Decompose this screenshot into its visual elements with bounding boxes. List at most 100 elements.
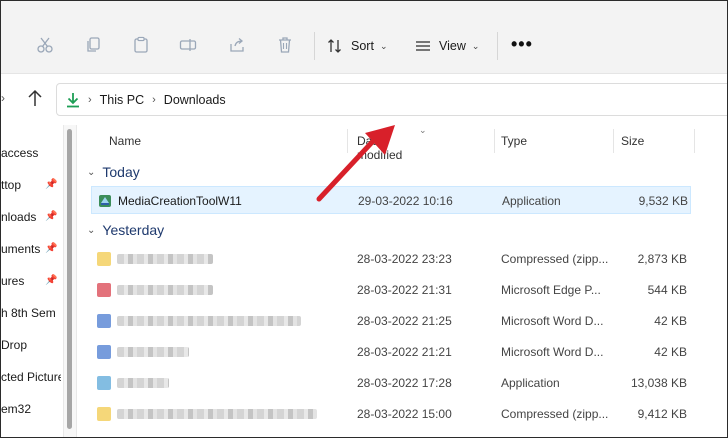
file-row[interactable]: 28-03-2022 21:25 Microsoft Word D... 42 KB (91, 307, 691, 335)
sidebar-item-system32[interactable]: em32 (1, 399, 61, 421)
sidebar-item-drop[interactable]: Drop (1, 335, 61, 357)
sort-indicator-icon: ⌄ (419, 125, 427, 135)
column-label: Type (501, 134, 528, 148)
file-row[interactable]: 28-03-2022 21:21 Microsoft Word D... 42 KB (91, 338, 691, 366)
file-date: 28-03-2022 15:00 (357, 407, 452, 421)
downloads-icon (67, 92, 79, 107)
address-bar[interactable]: › This PC › Downloads (56, 83, 727, 116)
sidebar-item-label: nloads (1, 210, 37, 224)
column-divider[interactable] (694, 129, 695, 153)
rename-icon[interactable] (178, 35, 198, 55)
file-list: Name ⌄ Date modified Type Size ⌄ Today M… (77, 125, 727, 437)
file-icon (97, 283, 111, 297)
paste-icon[interactable] (131, 35, 151, 55)
redacted-file-name (117, 409, 317, 419)
view-label: View (439, 39, 466, 53)
sidebar-item-selected-pictures[interactable]: cted Picture (1, 367, 61, 389)
file-date: 28-03-2022 21:21 (357, 345, 452, 359)
group-header-today[interactable]: ⌄ Today (87, 160, 140, 184)
redacted-file-name (117, 254, 213, 264)
navigation-row: › › This PC › Downloads (1, 77, 727, 123)
file-icon (97, 252, 111, 266)
file-icon (97, 407, 111, 421)
up-arrow-icon (28, 89, 42, 106)
sidebar-item-label: h 8th Sem (1, 306, 56, 320)
copy-icon[interactable] (83, 35, 103, 55)
column-label: Size (621, 134, 645, 148)
breadcrumb-downloads[interactable]: Downloads (164, 93, 226, 107)
pin-icon: 📌 (45, 179, 58, 190)
chevron-down-icon: ⌄ (379, 40, 388, 51)
column-divider[interactable] (613, 129, 614, 153)
file-size: 42 KB (654, 345, 687, 359)
breadcrumb-separator-icon: › (88, 93, 92, 106)
file-type: Compressed (zipp... (501, 252, 609, 266)
column-label: Name (109, 134, 142, 148)
sidebar-item-label: Drop (1, 338, 28, 352)
red-annotation-arrow (316, 125, 395, 202)
file-row[interactable]: 28-03-2022 21:31 Microsoft Edge P... 544 K… (91, 276, 691, 304)
breadcrumb-this-pc[interactable]: This PC (100, 93, 144, 107)
file-type: Microsoft Word D... (501, 345, 604, 359)
file-name: MediaCreationToolW11 (118, 194, 242, 208)
sort-icon (328, 39, 341, 53)
view-list-icon (416, 41, 430, 51)
chevron-down-icon: ⌄ (87, 224, 96, 236)
file-row[interactable]: 28-03-2022 23:23 Compressed (zipp... 2,873… (91, 245, 691, 273)
group-label: Today (102, 164, 140, 180)
file-size: 9,532 KB (638, 194, 688, 208)
chevron-left-icon[interactable]: › (1, 91, 5, 105)
chevron-down-icon: ⌄ (87, 166, 96, 178)
file-date: 28-03-2022 23:23 (357, 252, 452, 266)
pin-icon: 📌 (45, 275, 58, 286)
command-bar: Sort ⌄ View ⌄ ••• (1, 1, 727, 74)
application-icon (98, 194, 112, 208)
redacted-file-name (117, 285, 213, 295)
toolbar-separator (497, 32, 498, 60)
sort-label: Sort (351, 39, 374, 53)
view-button[interactable]: View ⌄ (415, 33, 479, 59)
navigation-pane: access ttop 📌 nloads 📌 uments 📌 ures 📌 h 8th… (1, 125, 61, 437)
column-divider[interactable] (494, 129, 495, 153)
toolbar-separator (314, 32, 315, 60)
sort-button[interactable]: Sort ⌄ (327, 33, 387, 59)
list-scrollbar[interactable] (718, 125, 727, 437)
more-options-button[interactable]: ••• (511, 35, 533, 53)
file-size: 42 KB (654, 314, 687, 328)
chevron-down-icon: ⌄ (471, 40, 480, 51)
sidebar-item-documents[interactable]: uments 📌 (1, 239, 61, 261)
file-type: Compressed (zipp... (501, 407, 609, 421)
share-icon[interactable] (227, 35, 247, 55)
sidebar-item-label: uments (1, 242, 41, 256)
delete-icon[interactable] (275, 35, 295, 55)
file-size: 9,412 KB (637, 407, 687, 421)
scrollbar-thumb[interactable] (67, 129, 72, 429)
sidebar-item-pictures[interactable]: ures 📌 (1, 271, 61, 293)
file-date: 28-03-2022 21:31 (357, 283, 452, 297)
file-row[interactable]: 28-03-2022 17:28 Application 13,038 KB (91, 369, 691, 397)
sidebar-item-label: ures (1, 274, 25, 288)
group-label: Yesterday (102, 222, 165, 238)
redacted-file-name (117, 347, 189, 357)
sidebar-item-8th-sem[interactable]: h 8th Sem (1, 303, 61, 325)
file-size: 13,038 KB (630, 376, 687, 390)
file-type: Application (501, 376, 560, 390)
redacted-file-name (117, 316, 301, 326)
sidebar-item-label: ttop (1, 178, 22, 192)
file-date: 28-03-2022 21:25 (357, 314, 452, 328)
group-header-yesterday[interactable]: ⌄ Yesterday (87, 218, 164, 242)
cut-icon[interactable] (35, 35, 55, 55)
sidebar-item-downloads[interactable]: nloads 📌 (1, 207, 61, 229)
up-arrow-button[interactable] (27, 89, 43, 112)
file-type: Application (502, 194, 561, 208)
sidebar-scrollbar[interactable] (63, 125, 77, 437)
file-size: 2,873 KB (637, 252, 687, 266)
redacted-file-name (117, 378, 169, 388)
file-row[interactable]: 28-03-2022 15:00 Compressed (zipp... 9,412… (91, 400, 691, 428)
sidebar-item-quick-access[interactable]: access (1, 143, 61, 165)
sidebar-item-desktop[interactable]: ttop 📌 (1, 175, 61, 197)
file-type: Microsoft Edge P... (501, 283, 601, 297)
pin-icon: 📌 (45, 211, 58, 222)
file-icon (97, 345, 111, 359)
file-date: 28-03-2022 17:28 (357, 376, 452, 390)
